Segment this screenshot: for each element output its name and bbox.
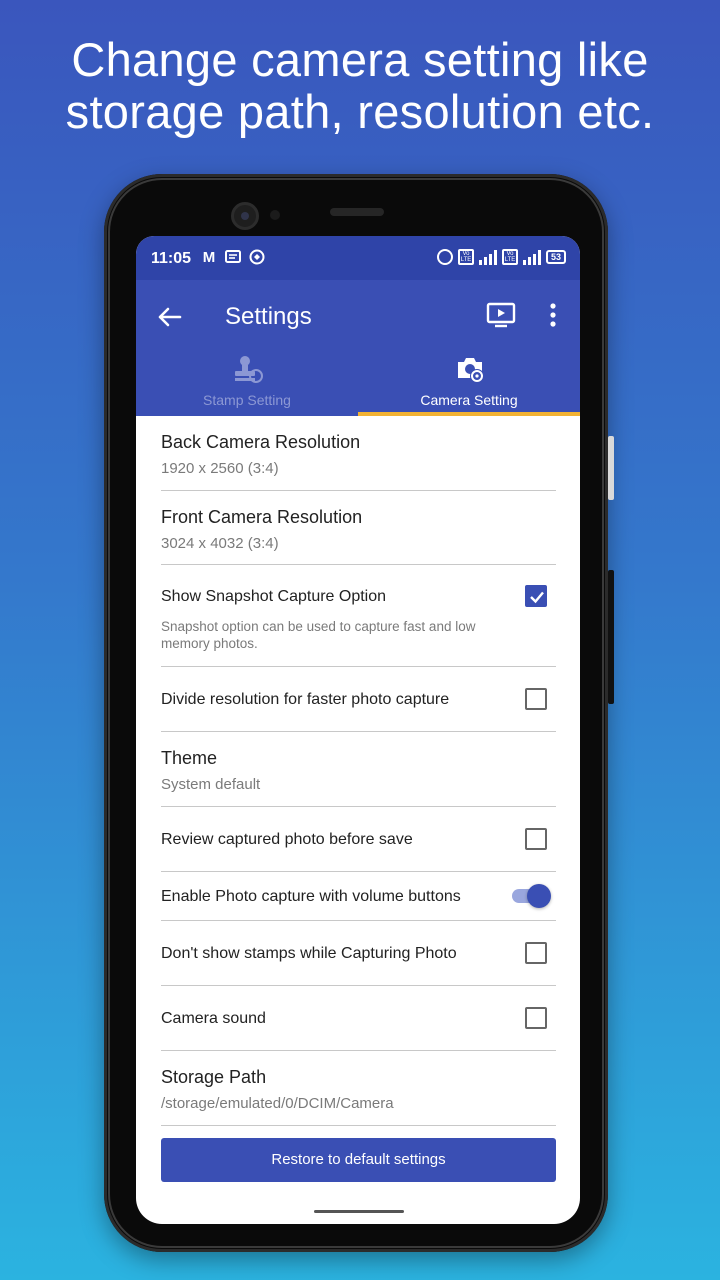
app-bar: Settings Stamp Setting Camera Setting [136, 280, 580, 416]
home-indicator[interactable] [314, 1210, 404, 1213]
item-title: Storage Path [161, 1067, 267, 1087]
divide-resolution-item[interactable]: Divide resolution for faster photo captu… [161, 667, 556, 732]
item-label: Camera sound [161, 1010, 266, 1027]
item-value: System default [161, 776, 261, 793]
front-camera-resolution-item[interactable]: Front Camera Resolution 3024 x 4032 (3:4… [161, 491, 556, 565]
volte-icon: Vo LTE [457, 249, 474, 265]
restore-defaults-button[interactable]: Restore to default settings [161, 1138, 556, 1182]
signal-icon [478, 249, 497, 265]
camera-sound-checkbox[interactable] [525, 1007, 547, 1029]
snapshot-checkbox[interactable] [525, 585, 547, 607]
more-options-icon[interactable] [542, 300, 564, 330]
snapshot-option-item[interactable]: Show Snapshot Capture Option Snapshot op… [161, 565, 556, 667]
proximity-sensor [270, 210, 280, 220]
volume-capture-toggle[interactable] [512, 883, 552, 909]
volume-capture-item[interactable]: Enable Photo capture with volume buttons [161, 872, 556, 921]
back-arrow-icon[interactable] [154, 302, 184, 332]
volte-icon: Vo LTE [501, 249, 518, 265]
review-photo-checkbox[interactable] [525, 828, 547, 850]
divide-resolution-checkbox[interactable] [525, 688, 547, 710]
tab-label: Stamp Setting [203, 392, 291, 408]
promo-headline: Change camera setting like storage path,… [65, 33, 655, 138]
item-label: Review captured photo before save [161, 831, 413, 848]
item-label: Don't show stamps while Capturing Photo [161, 945, 457, 962]
toggle-thumb [527, 884, 551, 908]
checkmark-icon [530, 591, 544, 604]
page-title: Settings [225, 303, 312, 330]
item-label: Divide resolution for faster photo captu… [161, 691, 450, 708]
settings-list: Back Camera Resolution 1920 x 2560 (3:4)… [161, 416, 556, 1126]
alarm-icon [436, 249, 453, 265]
item-title: Back Camera Resolution [161, 432, 361, 452]
front-camera-lens [231, 202, 259, 230]
status-bar: 11:05 M Vo LTE Vo LTE 53 [136, 236, 580, 280]
camera-sound-item[interactable]: Camera sound [161, 986, 556, 1051]
theme-item[interactable]: Theme System default [161, 732, 556, 807]
hide-stamps-item[interactable]: Don't show stamps while Capturing Photo [161, 921, 556, 986]
item-value: /storage/emulated/0/DCIM/Camera [161, 1095, 394, 1112]
stamp-icon [235, 356, 263, 383]
battery-indicator: 53 [545, 250, 566, 264]
message-icon [224, 249, 242, 267]
item-label: Show Snapshot Capture Option [161, 588, 387, 605]
phone-frame: 11:05 M Vo LTE Vo LTE 53 Settings Stamp … [104, 174, 614, 1252]
item-title: Front Camera Resolution [161, 507, 363, 527]
camera-settings-icon [458, 358, 484, 383]
storage-path-item[interactable]: Storage Path /storage/emulated/0/DCIM/Ca… [161, 1051, 556, 1126]
hide-stamps-checkbox[interactable] [525, 942, 547, 964]
signal-icon [522, 249, 541, 265]
back-camera-resolution-item[interactable]: Back Camera Resolution 1920 x 2560 (3:4) [161, 416, 556, 491]
tab-camera-setting[interactable]: Camera Setting [358, 354, 580, 416]
screen-cast-icon[interactable] [486, 300, 516, 330]
status-time: 11:05 [151, 250, 192, 267]
item-description: Snapshot option can be used to capture f… [161, 619, 476, 651]
item-label: Enable Photo capture with volume buttons [161, 888, 461, 905]
gmail-icon: M [202, 249, 216, 266]
power-button [608, 436, 614, 500]
tab-label: Camera Setting [420, 392, 518, 408]
item-value: 3024 x 4032 (3:4) [161, 535, 279, 552]
vpn-icon [248, 249, 266, 267]
review-photo-item[interactable]: Review captured photo before save [161, 807, 556, 872]
tab-stamp-setting[interactable]: Stamp Setting [136, 354, 358, 416]
item-title: Theme [161, 748, 218, 768]
phone-screen: 11:05 M Vo LTE Vo LTE 53 Settings Stamp … [136, 236, 580, 1224]
item-value: 1920 x 2560 (3:4) [161, 460, 279, 477]
earpiece-speaker [330, 208, 384, 216]
volume-button [608, 570, 614, 704]
